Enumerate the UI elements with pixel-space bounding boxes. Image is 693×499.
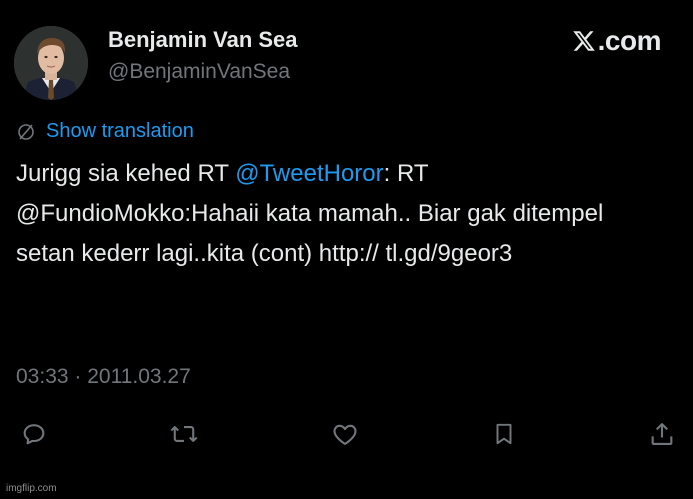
tweet-text: Jurigg sia kehed RT @TweetHoror: RT @Fun… (16, 154, 656, 274)
author-handle[interactable]: @BenjaminVanSea (108, 60, 290, 84)
bookmark-button[interactable] (488, 416, 520, 452)
brand-suffix: .com (597, 25, 662, 56)
bookmark-icon (496, 423, 512, 445)
reply-icon (23, 424, 45, 445)
share-icon (651, 423, 673, 445)
tweet-timestamp[interactable]: 03:33 · 2011.03.27 (16, 365, 191, 389)
heart-icon (333, 424, 357, 445)
show-translation-link[interactable]: Show translation (16, 120, 194, 143)
like-button[interactable] (329, 416, 361, 452)
show-translation-label: Show translation (46, 120, 194, 142)
retweet-button[interactable] (168, 416, 200, 452)
watermark: imgflip.com (6, 483, 57, 494)
translate-icon (18, 123, 34, 140)
brand-logo: .com (572, 25, 662, 57)
avatar-image (14, 26, 88, 100)
author-display-name[interactable]: Benjamin Van Sea (108, 27, 298, 53)
reply-button[interactable] (18, 416, 50, 452)
tweet-mention[interactable]: @TweetHoror (235, 160, 383, 187)
tweet-text-before: Jurigg sia kehed RT (16, 160, 236, 187)
action-bar (18, 416, 678, 452)
retweet-icon (170, 426, 198, 442)
share-button[interactable] (646, 416, 678, 452)
x-logo-icon (572, 31, 595, 51)
avatar[interactable] (14, 26, 88, 100)
